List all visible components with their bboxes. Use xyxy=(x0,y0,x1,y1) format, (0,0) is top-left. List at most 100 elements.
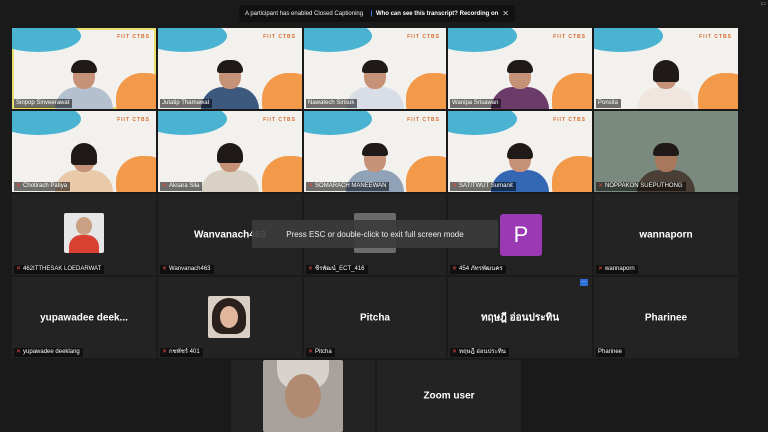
participant-tile[interactable] xyxy=(231,360,375,432)
video-tile[interactable]: FIIT CTBS Wanipa Srisawan xyxy=(448,28,592,109)
muted-mic-icon: ✕ xyxy=(452,183,458,189)
name-text: wannaporn xyxy=(605,266,635,272)
muted-mic-icon: ✕ xyxy=(162,183,168,189)
background-shape xyxy=(261,155,302,192)
muted-mic-icon: ✕ xyxy=(16,183,22,189)
name-text: SOMARACH MANEEWAN xyxy=(315,183,387,189)
muted-mic-icon: ✕ xyxy=(16,349,22,355)
participant-name: ✕ Wanvanach463 xyxy=(160,265,214,274)
participant-video xyxy=(637,60,695,109)
profile-picture xyxy=(64,213,104,253)
logo-icon: FIIT CTBS xyxy=(553,34,586,40)
participant-name: Wanipa Srisawan xyxy=(450,99,502,108)
video-tile[interactable]: FIIT CTBS Ponsita xyxy=(594,28,738,109)
name-text: ทฤษฎี อ่อนประทิน xyxy=(459,349,506,355)
participant-name: ✕ Chotirach Patiya xyxy=(14,182,71,191)
participant-tile[interactable]: yupawadee deek... ✕ yupawadee deeklang xyxy=(12,277,156,358)
background-shape xyxy=(115,72,156,109)
video-tile[interactable]: FIIT CTBS Siripop Sinveerawat xyxy=(12,28,156,109)
video-tile[interactable]: FIIT CTBS ✕ Aksara Sila xyxy=(158,111,302,192)
logo-icon: FIIT CTBS xyxy=(263,117,296,123)
participant-tile[interactable]: ··· ทฤษฎี อ่อนประทิน ✕ ทฤษฎี อ่อนประทิน xyxy=(448,277,592,358)
info-icon xyxy=(371,10,372,17)
participant-name: ✕ ชีรพัฒน์_ECT_416 xyxy=(306,265,368,274)
logo-icon: FIIT CTBS xyxy=(407,117,440,123)
video-tile[interactable]: ✕ NOPPAKON SUEPUTHONG xyxy=(594,111,738,192)
video-tile[interactable]: FIIT CTBS Jutatip Thamawat xyxy=(158,28,302,109)
background-shape xyxy=(304,28,373,53)
participant-tile[interactable]: Zoom user xyxy=(377,360,521,432)
close-icon[interactable]: ✕ xyxy=(502,9,509,18)
participant-big-name: Pharinee xyxy=(644,312,688,323)
more-options-icon[interactable]: ··· xyxy=(580,279,588,286)
muted-mic-icon: ✕ xyxy=(308,349,314,355)
fullscreen-hint: Press ESC or double-click to exit full s… xyxy=(252,220,498,248)
participant-big-name: Pitcha xyxy=(359,312,390,323)
background-shape xyxy=(448,111,518,136)
participant-big-name: wannaporn xyxy=(639,229,693,240)
logo-icon: FIIT CTBS xyxy=(117,117,150,123)
background-shape xyxy=(12,28,82,53)
participant-name: ✕ SATITWUT Sumanit xyxy=(450,182,516,191)
background-shape xyxy=(594,28,664,53)
participant-tile[interactable]: ✕ กชพัชร์ 401 xyxy=(158,277,302,358)
profile-picture xyxy=(208,296,250,338)
logo-icon: FIIT CTBS xyxy=(263,34,296,40)
name-text: Chotirach Patiya xyxy=(23,183,68,189)
participant-name: ✕ Aksara Sila xyxy=(160,182,203,191)
background-shape xyxy=(158,28,228,53)
name-text: ชีรพัฒน์_ECT_416 xyxy=(315,266,365,272)
name-text: กชพัชร์ 401 xyxy=(169,349,200,355)
video-tile[interactable]: FIIT CTBS Nawatech Sirisuk xyxy=(304,28,446,109)
background-shape xyxy=(261,72,302,109)
participant-name: ✕ yupawadee deeklang xyxy=(14,348,83,357)
participant-tile[interactable]: Pharinee Pharinee xyxy=(594,277,738,358)
participant-big-name: ทฤษฎี อ่อนประทิน xyxy=(480,312,560,323)
background-shape xyxy=(406,155,446,192)
participant-tile[interactable]: Pitcha ✕ Pitcha xyxy=(304,277,446,358)
participant-tile[interactable]: wannaporn ✕ wannaporn xyxy=(594,194,738,275)
participant-name: ✕ Pitcha xyxy=(306,348,335,357)
muted-mic-icon: ✕ xyxy=(598,183,604,189)
caption-notification: A participant has enabled Closed Caption… xyxy=(239,5,515,22)
window-corner-icon[interactable]: ▭ xyxy=(760,0,766,7)
name-text: Pitcha xyxy=(315,349,332,355)
participant-tile[interactable]: ✕ 462ITTHESAK LOEDARWAT xyxy=(12,194,156,275)
muted-mic-icon: ✕ xyxy=(16,266,22,272)
video-tile[interactable]: FIIT CTBS ✕ SOMARACH MANEEWAN xyxy=(304,111,446,192)
name-text: SATITWUT Sumanit xyxy=(459,183,513,189)
name-text: NOPPAKON SUEPUTHONG xyxy=(605,183,683,189)
avatar: P xyxy=(500,214,542,256)
logo-icon: FIIT CTBS xyxy=(407,34,440,40)
name-text: Wanvanach463 xyxy=(169,266,211,272)
background-shape xyxy=(115,155,156,192)
participant-name: Nawatech Sirisuk xyxy=(306,99,358,108)
profile-picture xyxy=(263,360,343,432)
name-text: 462ITTHESAK LOEDARWAT xyxy=(23,266,102,272)
name-text: yupawadee deeklang xyxy=(23,349,80,355)
participant-name: Pharinee xyxy=(596,348,626,357)
name-text: 454 ภัทรพัฒนคร xyxy=(459,266,503,272)
muted-mic-icon: ✕ xyxy=(452,266,458,272)
muted-mic-icon: ✕ xyxy=(598,266,604,272)
participant-name: ✕ ทฤษฎี อ่อนประทิน xyxy=(450,348,509,357)
participant-video xyxy=(201,143,259,192)
participant-name: ✕ กชพัชร์ 401 xyxy=(160,348,203,357)
background-shape xyxy=(551,155,592,192)
background-shape xyxy=(448,28,518,53)
background-shape xyxy=(12,111,82,136)
muted-mic-icon: ✕ xyxy=(162,349,168,355)
transcript-link[interactable]: Who can see this transcript? Recording o… xyxy=(376,11,498,17)
participant-big-name: Zoom user xyxy=(423,390,475,402)
background-shape xyxy=(697,72,738,109)
video-tile[interactable]: FIIT CTBS ✕ SATITWUT Sumanit xyxy=(448,111,592,192)
name-text: Aksara Sila xyxy=(169,183,200,189)
background-shape xyxy=(551,72,592,109)
muted-mic-icon: ✕ xyxy=(308,183,314,189)
background-shape xyxy=(304,111,373,136)
participant-name: ✕ wannaporn xyxy=(596,265,638,274)
notification-text: A participant has enabled Closed Caption… xyxy=(245,10,364,17)
video-tile[interactable]: FIIT CTBS ✕ Chotirach Patiya xyxy=(12,111,156,192)
logo-icon: FIIT CTBS xyxy=(699,34,732,40)
participant-name: ✕ SOMARACH MANEEWAN xyxy=(306,182,390,191)
